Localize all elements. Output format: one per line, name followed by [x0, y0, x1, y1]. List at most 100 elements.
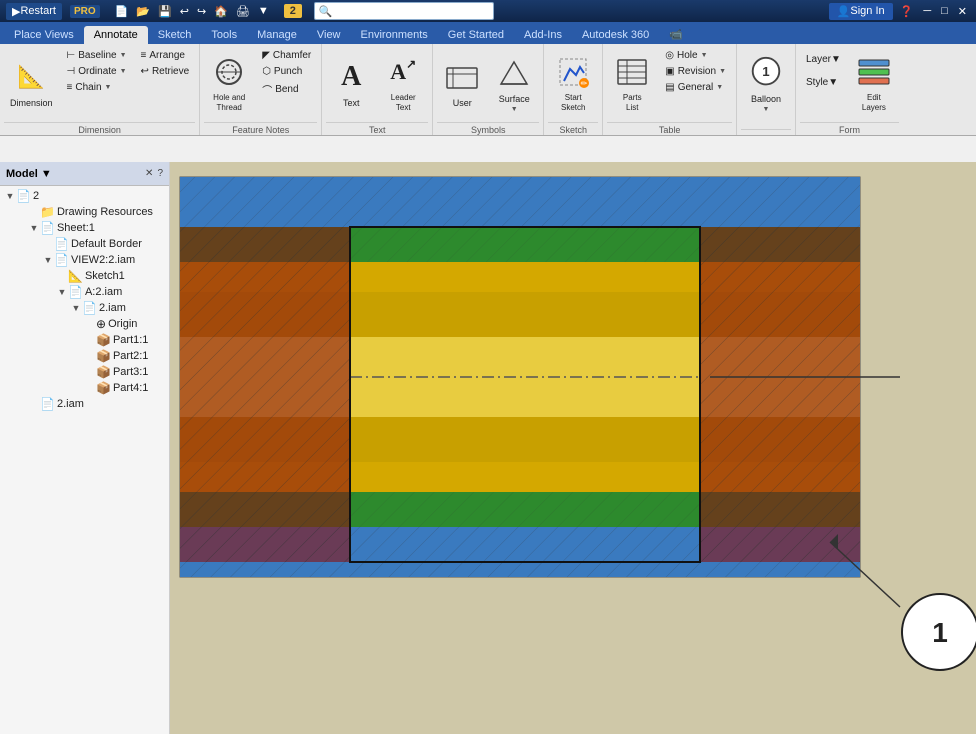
sign-in-button[interactable]: 👤 Sign In	[829, 3, 893, 20]
arrange-button[interactable]: ≡ Arrange	[135, 48, 196, 63]
edit-layers-group-label: Form	[800, 122, 899, 136]
tree-expand-sheet1[interactable]: ▼	[28, 223, 40, 233]
tree-item-sketch1[interactable]: 📐 Sketch1	[0, 268, 169, 284]
tab-manage[interactable]: Manage	[247, 26, 307, 44]
surface-dropdown[interactable]: ▼	[511, 106, 518, 113]
open-btn[interactable]: 📂	[133, 3, 153, 20]
tree-item-part3[interactable]: 📦 Part3:1	[0, 364, 169, 380]
user-button[interactable]: User	[437, 48, 487, 118]
revision-dropdown[interactable]: ▼	[719, 68, 726, 75]
save-btn[interactable]: 💾	[155, 3, 175, 20]
tab-video[interactable]: 📹	[659, 25, 693, 44]
tree-item-default-border[interactable]: 📄 Default Border	[0, 236, 169, 252]
tab-annotate[interactable]: Annotate	[84, 26, 148, 44]
tree-label-part4: Part4:1	[113, 382, 148, 394]
bend-button[interactable]: ⌒ Bend	[256, 80, 317, 99]
balloon-button[interactable]: 1 Balloon ▼	[741, 48, 791, 118]
table-col: ◎ Hole ▼ ▣ Revision ▼ ▤ General ▼	[659, 48, 732, 95]
edit-layers-button[interactable]: EditLayers	[849, 48, 899, 118]
tree-icon-default-border: 📄	[54, 237, 69, 251]
start-sketch-icon: ✏	[554, 53, 592, 91]
chain-dropdown[interactable]: ▼	[105, 84, 112, 91]
tree-item-2iam-nested[interactable]: ▼ 📄 2.iam	[0, 300, 169, 316]
tree-item-origin[interactable]: ⊕ Origin	[0, 316, 169, 332]
tab-environments[interactable]: Environments	[351, 26, 438, 44]
tree-item-a2iam[interactable]: ▼ 📄 A:2.iam	[0, 284, 169, 300]
home-btn[interactable]: 🏠	[211, 3, 231, 20]
start-sketch-button[interactable]: ✏ StartSketch	[548, 48, 598, 118]
ordinate-button[interactable]: ⊣ Ordinate ▼	[61, 64, 133, 79]
tree-item-sheet1[interactable]: ▼ 📄 Sheet:1	[0, 220, 169, 236]
chamfer-button[interactable]: ◤ Chamfer	[256, 48, 317, 63]
leader-text-button[interactable]: A ↗ LeaderText	[378, 48, 428, 118]
edit-layers-label: EditLayers	[862, 93, 886, 112]
style-btn[interactable]: Style▼	[800, 71, 847, 93]
surface-icon	[495, 54, 533, 92]
parts-list-button[interactable]: PartsList	[607, 48, 657, 118]
general-icon: ▤	[665, 82, 674, 93]
text-icon: A	[332, 58, 370, 96]
tab-autodesk-360[interactable]: Autodesk 360	[572, 26, 659, 44]
tab-tools[interactable]: Tools	[201, 26, 247, 44]
help-btn[interactable]: ❓	[897, 3, 917, 20]
ordinate-dropdown[interactable]: ▼	[120, 68, 127, 75]
minimize-btn[interactable]: ─	[920, 3, 934, 19]
tree-expand-root[interactable]: ▼	[4, 191, 16, 201]
revision-button[interactable]: ▣ Revision ▼	[659, 64, 732, 79]
tree-area: ▼ 📄 2 📁 Drawing Resources ▼ 📄 Sheet:1	[0, 186, 169, 734]
tree-icon-part1: 📦	[96, 333, 111, 347]
tree-item-part4[interactable]: 📦 Part4:1	[0, 380, 169, 396]
tree-label-origin: Origin	[108, 318, 137, 330]
qat-more-btn[interactable]: ▼	[255, 3, 272, 20]
chain-button[interactable]: ≡ Chain ▼	[61, 80, 133, 95]
maximize-btn[interactable]: □	[938, 3, 951, 19]
search-box[interactable]: 🔍	[314, 2, 494, 20]
tree-item-part2[interactable]: 📦 Part2:1	[0, 348, 169, 364]
tree-item-drawing-resources[interactable]: 📁 Drawing Resources	[0, 204, 169, 220]
tree-expand-a2iam[interactable]: ▼	[56, 287, 68, 297]
tab-add-ins[interactable]: Add-Ins	[514, 26, 572, 44]
dimension-button[interactable]: 📐 Dimension	[4, 48, 59, 118]
baseline-button[interactable]: ⊢ Baseline ▼	[61, 48, 133, 63]
title-bar-right: 👤 Sign In ❓ ─ □ ✕	[829, 3, 970, 20]
tree-item-root[interactable]: ▼ 📄 2	[0, 188, 169, 204]
general-button[interactable]: ▤ General ▼	[659, 80, 732, 95]
tree-icon-part4: 📦	[96, 381, 111, 395]
baseline-dropdown[interactable]: ▼	[120, 52, 127, 59]
hole-dropdown[interactable]: ▼	[701, 52, 708, 59]
tree-item-2iam-bottom[interactable]: 📄 2.iam	[0, 396, 169, 412]
hole-thread-button[interactable]: Hole andThread	[204, 48, 254, 118]
tree-item-part1[interactable]: 📦 Part1:1	[0, 332, 169, 348]
balloon-dropdown[interactable]: ▼	[763, 106, 770, 113]
restart-button[interactable]: ▶ Restart	[6, 3, 62, 20]
svg-text:1: 1	[762, 63, 770, 78]
general-dropdown[interactable]: ▼	[716, 84, 723, 91]
tree-item-view2[interactable]: ▼ 📄 VIEW2:2.iam	[0, 252, 169, 268]
tab-place-views[interactable]: Place Views	[4, 26, 84, 44]
panel-close-btn[interactable]: ✕	[145, 168, 153, 179]
new-btn[interactable]: 📄	[112, 3, 132, 20]
retrieve-button[interactable]: ↩ Retrieve	[135, 64, 196, 79]
tree-label-part3: Part3:1	[113, 366, 148, 378]
main-canvas[interactable]: 1	[170, 162, 976, 734]
close-btn[interactable]: ✕	[955, 3, 970, 20]
tab-view[interactable]: View	[307, 26, 351, 44]
print-btn[interactable]: 🖨	[233, 3, 253, 20]
redo-btn[interactable]: ↪	[194, 3, 209, 20]
punch-button[interactable]: ⬡ Punch	[256, 64, 317, 79]
tree-expand-2iam-nested[interactable]: ▼	[70, 303, 82, 313]
panel-title: Model ▼	[6, 168, 52, 180]
undo-btn[interactable]: ↩	[177, 3, 192, 20]
tree-expand-view2[interactable]: ▼	[42, 255, 54, 265]
surface-button[interactable]: Surface ▼	[489, 48, 539, 118]
tab-sketch[interactable]: Sketch	[148, 26, 202, 44]
layer-style-btn[interactable]: Layer▼	[800, 48, 847, 70]
tab-get-started[interactable]: Get Started	[438, 26, 514, 44]
hole-table-button[interactable]: ◎ Hole ▼	[659, 48, 732, 63]
hole-thread-label: Hole andThread	[213, 93, 245, 112]
arrange-col: ≡ Arrange ↩ Retrieve	[135, 48, 196, 79]
chain-icon: ≡	[67, 82, 73, 93]
tree-label-a2iam: A:2.iam	[85, 286, 122, 298]
panel-help-btn[interactable]: ?	[157, 168, 163, 179]
text-button[interactable]: A Text	[326, 48, 376, 118]
